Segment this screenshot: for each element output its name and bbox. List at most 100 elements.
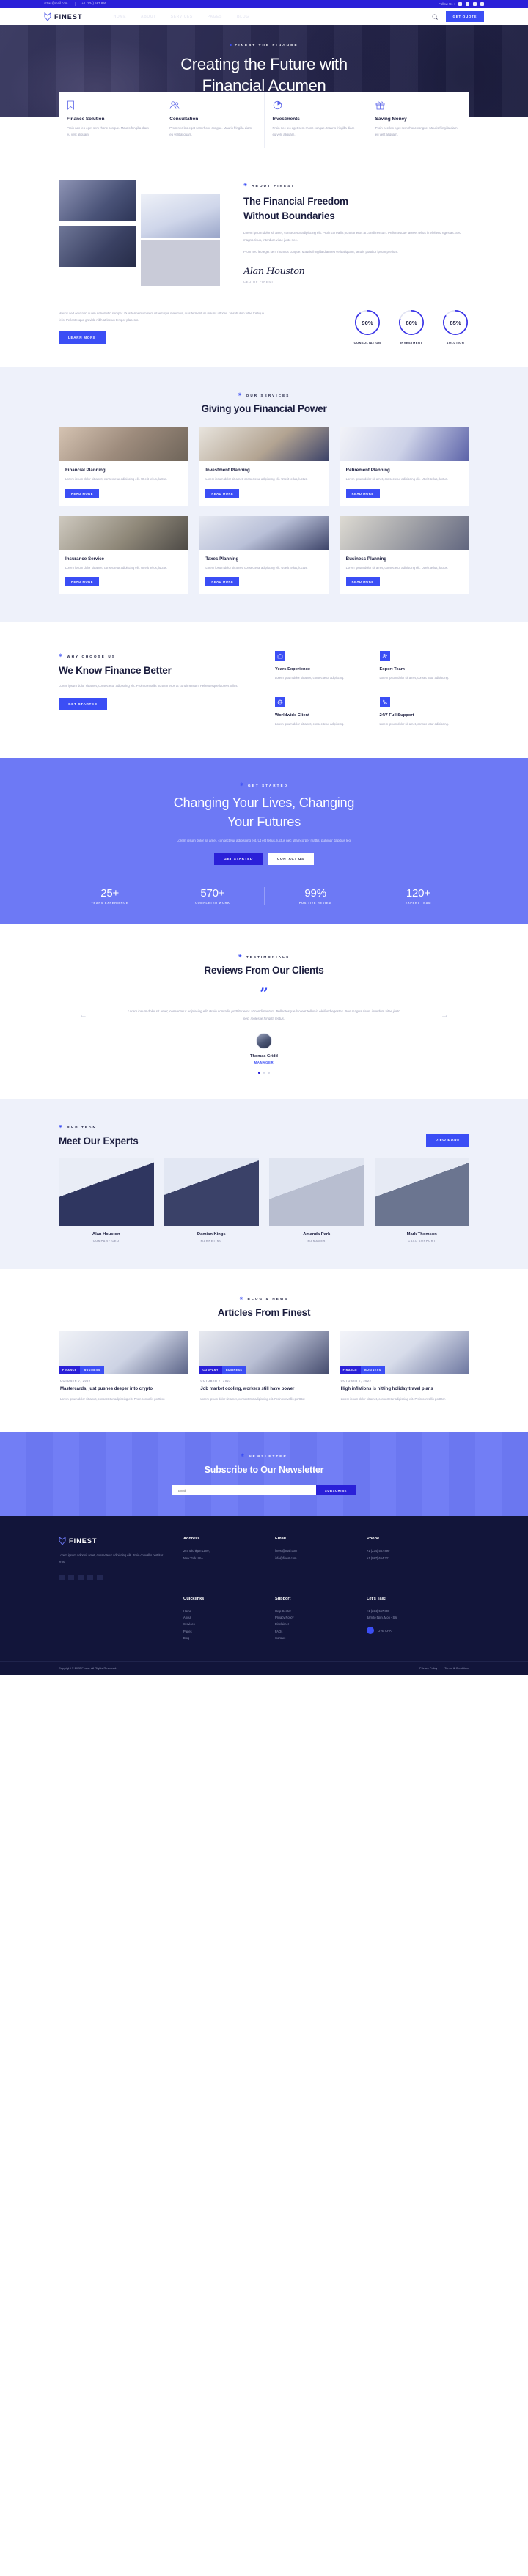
why-get-started-button[interactable]: GET STARTED: [59, 698, 107, 711]
team-member[interactable]: Damian Kings MARKETING: [164, 1158, 259, 1243]
footer-support-help-center[interactable]: Help Center: [275, 1608, 352, 1614]
service-card[interactable]: Insurance Service Lorem ipsum dolor sit …: [59, 515, 189, 594]
twitter-icon[interactable]: [68, 1574, 74, 1580]
read-more-button[interactable]: READ MORE: [345, 488, 380, 498]
footer-terms-link[interactable]: Terms & Conditions: [444, 1666, 469, 1670]
arrow-left-icon[interactable]: ←: [79, 1011, 87, 1020]
about-paragraph-1: Lorem ipsum dolor sit amet, consectetur …: [243, 231, 461, 242]
footer-support-contact[interactable]: Contact: [275, 1635, 352, 1641]
testimonials-eyebrow: ✳ TESTIMONIALS: [238, 954, 290, 959]
nav-item-home[interactable]: HOME: [114, 15, 126, 19]
view-more-button[interactable]: VIEW MORE: [425, 1133, 469, 1147]
service-title: Financial Planning: [65, 468, 106, 474]
topbar-email[interactable]: attias@mail.com: [44, 2, 76, 6]
facebook-icon[interactable]: [59, 1574, 65, 1580]
footer-quicklink-services[interactable]: Services: [183, 1621, 260, 1627]
signature-role: CEO OF FINEST: [243, 279, 274, 284]
get-quote-button[interactable]: GET QUOTE: [445, 11, 484, 22]
read-more-button[interactable]: READ MORE: [205, 488, 240, 498]
linkedin-icon[interactable]: [87, 1574, 93, 1580]
blog-tag-secondary[interactable]: BUSINESS: [361, 1366, 385, 1374]
feature-card[interactable]: Investments Proin nec leo eget sem rhonc…: [264, 92, 367, 149]
team-member[interactable]: Amanda Park MANAGER: [269, 1158, 364, 1243]
service-text: Lorem ipsum dolor sit amet, consectetur …: [205, 565, 308, 570]
youtube-icon[interactable]: [78, 1574, 84, 1580]
blog-post[interactable]: FINANCE BUSINESS OCTOBER 7, 2022 Masterc…: [59, 1331, 189, 1403]
footer-privacy-policy-link[interactable]: Privacy Policy: [419, 1666, 437, 1670]
follow-us-label: Follow Us :: [439, 2, 455, 6]
learn-more-button[interactable]: LEARN MORE: [59, 331, 106, 344]
nav-item-services[interactable]: SERVICES: [171, 15, 193, 19]
cta-contact-us-button[interactable]: CONTACT US: [268, 853, 314, 866]
blog-tag-primary[interactable]: FINANCE: [339, 1366, 362, 1374]
nav-item-pages[interactable]: PAGES: [208, 15, 222, 19]
instagram-icon[interactable]: [97, 1574, 103, 1580]
footer-quicklink-home[interactable]: Home: [183, 1608, 260, 1614]
team-member[interactable]: Alan Houston COMPANY CEO: [59, 1158, 154, 1243]
blog-post-title[interactable]: Mastercards, just pushes deeper into cry…: [60, 1386, 187, 1394]
blog-tag-primary[interactable]: FINANCE: [59, 1366, 81, 1374]
newsletter-email-input[interactable]: [172, 1485, 316, 1496]
footer-quicklink-about[interactable]: About: [183, 1614, 260, 1621]
footer-email-title: Email: [275, 1537, 286, 1542]
service-card[interactable]: Retirement Planning Lorem ipsum dolor si…: [339, 427, 469, 506]
feature-card[interactable]: Saving Money Proin nec leo eget sem rhon…: [367, 92, 469, 149]
footer-email-1[interactable]: finest@mail.com: [275, 1548, 352, 1554]
footer-quicklink-pages[interactable]: Pages: [183, 1628, 260, 1635]
read-more-button[interactable]: READ MORE: [345, 577, 380, 586]
nav-item-blog[interactable]: BLOG: [237, 15, 249, 19]
star-icon: ✳: [241, 1454, 246, 1459]
facebook-icon[interactable]: [458, 2, 462, 6]
carousel-dot-2[interactable]: [263, 1071, 265, 1074]
service-card[interactable]: Investment Planning Lorem ipsum dolor si…: [199, 427, 329, 506]
read-more-button[interactable]: READ MORE: [65, 577, 99, 586]
subscribe-button[interactable]: SUBSCRIBE: [315, 1485, 356, 1496]
carousel-dot-3[interactable]: [268, 1071, 270, 1074]
read-more-button[interactable]: READ MORE: [205, 577, 240, 586]
footer-email-2[interactable]: info@finest.com: [275, 1555, 352, 1561]
testimonial-author: Thomas Gridd: [250, 1053, 278, 1059]
search-icon[interactable]: [432, 14, 438, 20]
team-member[interactable]: Mark Thomson CALL SUPPORT: [374, 1158, 469, 1243]
live-chat-block[interactable]: LIVE CHAT: [367, 1627, 444, 1635]
footer-support-privacy-policy[interactable]: Privacy Policy: [275, 1614, 352, 1621]
blog-post[interactable]: COMPANY BUSINESS OCTOBER 7, 2022 Job mar…: [199, 1331, 329, 1403]
footer-lets-talk-phone[interactable]: +1 (234) 567 890: [367, 1608, 444, 1614]
brand-logo[interactable]: FINEST: [44, 12, 83, 21]
footer-quicklink-blog[interactable]: Blog: [183, 1635, 260, 1641]
skill-value: 90%: [362, 319, 373, 326]
footer-phone-2[interactable]: +1 (987) 654 321: [367, 1555, 444, 1561]
stat-number: 25+: [100, 887, 120, 900]
nav-item-about[interactable]: ABOUT: [141, 15, 156, 19]
blog-post-title[interactable]: Job market cooling, workers still have p…: [200, 1386, 327, 1394]
twitter-icon[interactable]: [466, 2, 469, 6]
blog-post[interactable]: FINANCE BUSINESS OCTOBER 7, 2022 High in…: [339, 1331, 469, 1403]
service-card[interactable]: Taxes Planning Lorem ipsum dolor sit ame…: [199, 515, 329, 594]
skill-value: 85%: [450, 319, 461, 326]
team-title: Meet Our Experts: [59, 1135, 139, 1147]
testimonial-text: Lorem ipsum dolor sit amet, consectetur …: [128, 1009, 400, 1021]
carousel-dot-1[interactable]: [258, 1071, 260, 1074]
briefcase-icon: [275, 651, 285, 661]
linkedin-icon[interactable]: [480, 2, 484, 6]
blog-post-image: COMPANY BUSINESS: [199, 1331, 329, 1374]
feature-card[interactable]: Finance Solution Proin nec leo eget sem …: [59, 92, 162, 149]
footer-support-faqs[interactable]: FAQs: [275, 1628, 352, 1635]
blog-tag-secondary[interactable]: BUSINESS: [80, 1366, 104, 1374]
topbar-phone[interactable]: +1 (234) 567 890: [76, 2, 114, 5]
arrow-right-icon[interactable]: →: [441, 1011, 449, 1020]
carousel-dots[interactable]: [0, 1071, 528, 1074]
footer-brand-logo[interactable]: FINEST: [59, 1537, 169, 1546]
youtube-icon[interactable]: [473, 2, 477, 6]
blog-tag-primary[interactable]: COMPANY: [199, 1366, 222, 1374]
read-more-button[interactable]: READ MORE: [65, 488, 99, 498]
service-card[interactable]: Financial Planning Lorem ipsum dolor sit…: [59, 427, 189, 506]
blog-tag-secondary[interactable]: BUSINESS: [221, 1366, 246, 1374]
footer-support-disclaimer[interactable]: Disclaimer: [275, 1621, 352, 1627]
cta-get-started-button[interactable]: GET STARTED: [214, 853, 263, 866]
footer-phone-1[interactable]: +1 (234) 567 890: [367, 1548, 444, 1554]
feature-card[interactable]: Consultation Proin nec leo eget sem rhon…: [161, 92, 265, 149]
footer-about-text: Lorem ipsum dolor sit amet, consectetur …: [59, 1553, 164, 1564]
service-card[interactable]: Business Planning Lorem ipsum dolor sit …: [339, 515, 469, 594]
blog-post-title[interactable]: High inflations is hitting holiday trave…: [341, 1386, 468, 1394]
